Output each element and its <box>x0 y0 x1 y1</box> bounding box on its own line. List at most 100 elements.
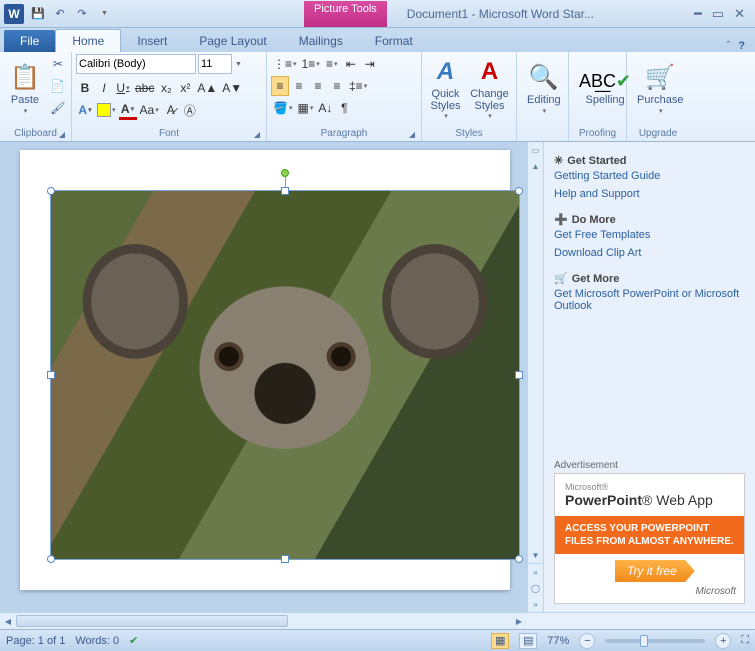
paste-button[interactable]: 📋 Paste ▾ <box>4 54 46 124</box>
decrease-indent-button[interactable]: ⇤ <box>342 54 360 74</box>
increase-indent-button[interactable]: ⇥ <box>361 54 379 74</box>
split-icon[interactable]: ▭ <box>528 142 543 158</box>
close-button[interactable]: ✕ <box>734 6 745 22</box>
paragraph-launcher[interactable]: ◢ <box>409 130 415 139</box>
subscript-button[interactable]: x₂ <box>157 78 175 98</box>
ad-cta-button[interactable]: Try it free <box>615 560 695 582</box>
link-download-clip-art[interactable]: Download Clip Art <box>554 247 745 259</box>
help-icon[interactable]: ? <box>738 40 745 52</box>
prev-page-icon[interactable]: « <box>528 564 543 580</box>
hscroll-thumb[interactable] <box>16 615 288 627</box>
editing-button[interactable]: 🔍 Editing▾ <box>521 54 567 124</box>
shading-button[interactable]: 🪣▾ <box>271 98 294 118</box>
hscroll-right-icon[interactable]: ▶ <box>511 617 527 626</box>
tab-page-layout[interactable]: Page Layout <box>183 30 282 52</box>
resize-handle-s[interactable] <box>281 555 289 563</box>
resize-handle-e[interactable] <box>515 371 523 379</box>
context-tab-picture-tools[interactable]: Picture Tools <box>304 1 387 27</box>
tab-home[interactable]: Home <box>55 29 121 52</box>
show-marks-button[interactable]: ¶ <box>335 98 353 118</box>
shrink-font-button[interactable]: A▼ <box>220 78 244 98</box>
zoom-thumb[interactable] <box>640 635 648 647</box>
strikethrough-button[interactable]: abc <box>133 78 156 98</box>
superscript-button[interactable]: x² <box>176 78 194 98</box>
advertisement[interactable]: Microsoft® PowerPoint® Web App ACCESS YO… <box>554 473 745 604</box>
font-family-combo[interactable] <box>76 54 196 74</box>
status-proof-icon[interactable]: ✔ <box>129 634 138 647</box>
file-tab[interactable]: File <box>4 30 55 52</box>
font-size-combo[interactable] <box>198 54 232 74</box>
font-size-dropdown-icon[interactable]: ▼ <box>235 61 242 68</box>
copy-button[interactable]: 📄 <box>48 76 68 96</box>
underline-button[interactable]: U▾ <box>114 78 132 98</box>
link-get-powerpoint-outlook[interactable]: Get Microsoft PowerPoint or Microsoft Ou… <box>554 288 745 312</box>
resize-handle-ne[interactable] <box>515 187 523 195</box>
text-effects-button[interactable]: A▾ <box>76 100 94 120</box>
resize-handle-w[interactable] <box>47 371 55 379</box>
tab-insert[interactable]: Insert <box>121 30 183 52</box>
maximize-button[interactable]: ▭ <box>712 6 724 22</box>
borders-button[interactable]: ▦▾ <box>295 98 315 118</box>
redo-icon[interactable]: ↷ <box>72 4 92 24</box>
resize-handle-sw[interactable] <box>47 555 55 563</box>
link-get-free-templates[interactable]: Get Free Templates <box>554 229 745 241</box>
tab-format[interactable]: Format <box>359 30 429 52</box>
numbering-button[interactable]: 1≡▾ <box>300 54 322 74</box>
next-page-icon[interactable]: » <box>528 596 543 612</box>
resize-handle-n[interactable] <box>281 187 289 195</box>
zoom-slider[interactable] <box>605 639 705 643</box>
qat-customize-icon[interactable]: ▼ <box>94 4 114 24</box>
cut-button[interactable]: ✂ <box>48 54 68 74</box>
horizontal-scrollbar[interactable]: ◀ ▶ <box>0 612 527 629</box>
enclose-chars-button[interactable]: Ⓐ <box>181 100 199 120</box>
document-area[interactable] <box>0 142 527 612</box>
clipboard-launcher[interactable]: ◢ <box>59 130 65 139</box>
scroll-down-icon[interactable]: ▼ <box>528 547 543 563</box>
align-left-button[interactable]: ≡ <box>271 76 289 96</box>
minimize-button[interactable]: ━ <box>694 6 702 22</box>
browse-object-icon[interactable]: ◯ <box>528 580 543 596</box>
zoom-out-button[interactable]: − <box>579 633 595 649</box>
sort-button[interactable]: A↓ <box>316 98 334 118</box>
status-words[interactable]: Words: 0 <box>75 635 119 647</box>
bullets-button[interactable]: ⋮≡▾ <box>271 54 299 74</box>
grow-font-button[interactable]: A▲ <box>195 78 219 98</box>
change-styles-button[interactable]: A Change Styles▾ <box>467 54 512 124</box>
change-case-button[interactable]: Aa▾ <box>138 100 161 120</box>
view-web-layout-button[interactable]: ▤ <box>519 633 537 649</box>
zoom-level[interactable]: 77% <box>547 635 569 647</box>
fullscreen-icon[interactable]: ⛶ <box>741 634 749 647</box>
font-launcher[interactable]: ◢ <box>254 130 260 139</box>
align-center-button[interactable]: ≡ <box>290 76 308 96</box>
link-getting-started-guide[interactable]: Getting Started Guide <box>554 170 745 182</box>
resize-handle-nw[interactable] <box>47 187 55 195</box>
highlight-button[interactable]: ▾ <box>95 100 118 120</box>
quick-styles-button[interactable]: A Quick Styles▾ <box>426 54 465 124</box>
scroll-track[interactable] <box>528 174 543 547</box>
vertical-scrollbar[interactable]: ▭ ▲ ▼ « ◯ » <box>527 142 543 612</box>
italic-button[interactable]: I <box>95 78 113 98</box>
selected-picture[interactable] <box>50 190 520 560</box>
page[interactable] <box>20 150 510 590</box>
align-right-button[interactable]: ≡ <box>309 76 327 96</box>
undo-icon[interactable]: ↶ <box>50 4 70 24</box>
bold-button[interactable]: B <box>76 78 94 98</box>
save-icon[interactable]: 💾 <box>28 4 48 24</box>
font-color-button[interactable]: A▾ <box>119 100 137 120</box>
multilevel-button[interactable]: ≡▾ <box>323 54 341 74</box>
resize-handle-se[interactable] <box>515 555 523 563</box>
link-help-and-support[interactable]: Help and Support <box>554 188 745 200</box>
tab-mailings[interactable]: Mailings <box>283 30 359 52</box>
rotate-handle[interactable] <box>281 169 289 177</box>
view-print-layout-button[interactable]: ▦ <box>491 633 509 649</box>
scroll-up-icon[interactable]: ▲ <box>528 158 543 174</box>
purchase-button[interactable]: 🛒 Purchase▾ <box>631 54 689 124</box>
status-page[interactable]: Page: 1 of 1 <box>6 635 65 647</box>
zoom-in-button[interactable]: + <box>715 633 731 649</box>
minimize-ribbon-icon[interactable]: ˆ <box>727 40 731 52</box>
hscroll-left-icon[interactable]: ◀ <box>0 617 16 626</box>
line-spacing-button[interactable]: ‡≡▾ <box>347 76 369 96</box>
format-painter-button[interactable]: 🖌 <box>48 98 68 118</box>
justify-button[interactable]: ≡ <box>328 76 346 96</box>
clear-formatting-button[interactable]: A̷ <box>162 100 180 120</box>
